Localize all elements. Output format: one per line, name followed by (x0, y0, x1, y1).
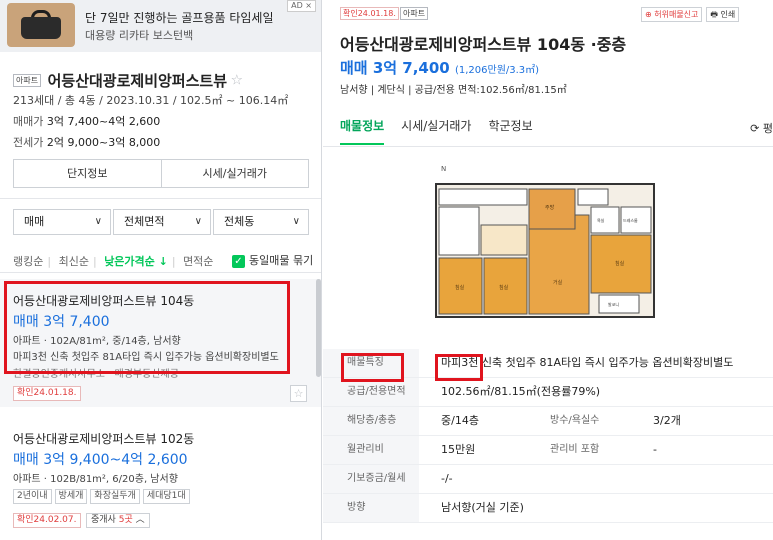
sort-lowest-price[interactable]: 낮은가격순 ↓ (104, 255, 168, 268)
info-label: 해당층/총층 (323, 407, 419, 435)
detail-title: 어등산대광로제비앙퍼스트뷰 104동 ·중층 (340, 35, 627, 54)
listing-price: 매매 3억 7,400 (13, 314, 110, 330)
complex-info: 213세대 / 총 4동 / 2023.10.31 / 102.5㎡ ~ 106… (13, 94, 289, 107)
listing-price: 매매 3억 9,400~4억 2,600 (13, 452, 188, 468)
pyeong-toggle[interactable]: ⟳ 평 (750, 120, 773, 136)
confirm-badge: 확인24.01.18. (13, 386, 81, 401)
info-label: 관리비 포함 (550, 444, 600, 455)
room-label: 침실 (499, 284, 509, 291)
detail-actions: ⊕ 허위매물신고 🖶 인쇄 (641, 7, 740, 22)
trade-type-select[interactable]: 매매 ∨ (13, 209, 111, 235)
floor-plan-image: N 침실 침실 거실 주방 침실 드레스룸 욕실 발코니 (435, 165, 655, 318)
info-label: 방수/욕실수 (550, 415, 600, 426)
tag-chip: 세대당1대 (142, 489, 190, 504)
complex-info-button[interactable]: 단지정보 (14, 160, 161, 187)
tag-chip: 화장실두개 (90, 489, 140, 504)
tag-chip: 2년이내 (13, 489, 52, 504)
type-tag: 아파트 (400, 7, 429, 20)
market-price-button[interactable]: 시세/실거래가 (160, 160, 309, 187)
info-value: 3/2개 (653, 414, 681, 427)
favorite-star-icon[interactable]: ☆ (290, 385, 307, 402)
ad-close-badge[interactable]: AD × (287, 0, 316, 12)
ad-subtitle: 대용량 리카타 보스턴백 (85, 29, 194, 42)
detail-price: 매매 3억 7,400 (1,206만원/3.3㎡) (340, 59, 540, 77)
sort-area[interactable]: 면적순 (183, 255, 213, 268)
listing-panel: 단 7일만 진행하는 골프용품 타임세일 대용량 리카타 보스턴백 AD × 아… (0, 0, 322, 540)
detail-tabs: 매물정보 시세/실거래가 학군정보 (340, 117, 550, 145)
room-label: 거실 (553, 279, 563, 286)
tab-market-price[interactable]: 시세/실거래가 (401, 117, 471, 145)
info-row: 공급/전용면적 102.56㎡/81.15㎡(전용률79%) (323, 378, 773, 407)
tab-listing-info[interactable]: 매물정보 (340, 117, 385, 145)
listing-card[interactable]: 어등산대광로제비앙퍼스트뷰 102동 매매 3억 9,400~4억 2,600 … (0, 420, 321, 540)
complex-header: 아파트 어등산대광로제비앙퍼스트뷰 ☆ (13, 70, 243, 91)
sort-options: 랭킹순 | 최신순 | 낮은가격순 ↓ | 면적순 (13, 255, 214, 268)
room-label: 발코니 (608, 301, 619, 307)
group-same-listing-checkbox[interactable]: ✓ 동일매물 묶기 (232, 252, 313, 268)
info-label: 월관리비 (323, 436, 419, 464)
complex-lease-price: 전세가 2억 9,000~3억 8,000 (13, 136, 161, 149)
listing-tags: 2년이내 방세개 화장실두개 세대당1대 (13, 489, 190, 504)
info-value: 102.56㎡/81.15㎡(전용률79%) (441, 385, 601, 398)
room-label: 침실 (615, 260, 625, 267)
listing-spec: 아파트 · 102B/81m², 6/20층, 남서향 (13, 474, 178, 485)
sort-ranking[interactable]: 랭킹순 (13, 255, 43, 268)
info-row: 해당층/총층 중/14층 방수/욕실수 3/2개 (323, 407, 773, 436)
sort-latest[interactable]: 최신순 (59, 255, 89, 268)
info-value: 중/14층 (441, 414, 479, 427)
detail-panel: 확인24.01.18. 아파트 ⊕ 허위매물신고 🖶 인쇄 어등산대광로제비앙퍼… (323, 0, 773, 540)
listing-card[interactable]: 어등산대광로제비앙퍼스트뷰 104동 매매 3억 7,400 아파트 · 102… (0, 279, 321, 407)
info-row: 매물특징 마피3천 신축 첫입주 81A타입 즉시 입주가능 옵션비확장비별도 (323, 349, 773, 378)
info-value: - (653, 443, 657, 456)
north-marker: N (441, 165, 446, 173)
info-row: 기보증금/월세 -/- (323, 465, 773, 494)
info-value: 마피3천 신축 첫입주 81A타입 즉시 입주가능 옵션비확장비별도 (441, 356, 734, 369)
favorite-star-icon[interactable]: ☆ (231, 73, 244, 89)
area-select[interactable]: 전체면적 ∨ (113, 209, 211, 235)
tab-school-info[interactable]: 학군정보 (488, 117, 532, 145)
info-label: 매물특징 (323, 349, 419, 377)
chevron-down-icon: ∨ (94, 216, 102, 227)
info-row: 월관리비 15만원 관리비 포함 - (323, 436, 773, 465)
confirm-badge: 확인24.01.18. (340, 7, 399, 20)
check-icon: ✓ (232, 254, 245, 268)
building-select[interactable]: 전체동 ∨ (213, 209, 309, 235)
info-value: 남서향(거실 기준) (441, 501, 524, 514)
scrollbar[interactable] (316, 279, 321, 377)
room-label: 드레스룸 (623, 217, 638, 223)
complex-type-tag: 아파트 (13, 74, 42, 87)
chevron-down-icon: ∨ (292, 216, 300, 227)
room-label: 주방 (545, 204, 555, 211)
listing-title[interactable]: 어등산대광로제비앙퍼스트뷰 102동 (13, 430, 194, 447)
chevron-down-icon: ∨ (194, 216, 202, 227)
listing-description: 마피3천 신축 첫입주 81A타입 즉시 입주가능 옵션비확장비별도 (13, 352, 279, 363)
info-label: 방향 (323, 494, 419, 522)
listing-agent-hint: 한결공인중개사사무소 · 매경부동산제공 (13, 369, 179, 380)
divider (0, 272, 321, 273)
ad-bag-image (7, 3, 75, 47)
listing-spec: 아파트 · 102A/81m², 중/14층, 남서향 (13, 336, 181, 347)
tag-chip: 방세개 (54, 489, 88, 504)
ad-title[interactable]: 단 7일만 진행하는 골프용품 타임세일 (85, 9, 274, 26)
ad-banner[interactable]: 단 7일만 진행하는 골프용품 타임세일 대용량 리카타 보스턴백 AD × (0, 0, 321, 52)
room-label: 침실 (455, 284, 465, 291)
info-value: -/- (441, 472, 453, 485)
floor-plan[interactable]: N 침실 침실 거실 주방 침실 드레스룸 욕실 발코니 (323, 147, 773, 335)
listing-info-table: 매물특징 마피3천 신축 첫입주 81A타입 즉시 입주가능 옵션비확장비별도 … (323, 349, 773, 523)
report-button[interactable]: ⊕ 허위매물신고 (641, 7, 703, 22)
print-button[interactable]: 🖶 인쇄 (706, 7, 740, 22)
room-label: 욕실 (597, 217, 605, 223)
listing-title[interactable]: 어등산대광로제비앙퍼스트뷰 104동 (13, 292, 194, 309)
agent-count-button[interactable]: 중개사 5곳 ︿ (86, 513, 150, 528)
divider (0, 198, 321, 199)
info-label: 공급/전용면적 (323, 378, 419, 406)
detail-meta: 남서향 | 계단식 | 공급/전용 면적:102.56㎡/81.15㎡ (340, 85, 567, 96)
info-row: 방향 남서향(거실 기준) (323, 494, 773, 523)
complex-name: 어등산대광로제비앙퍼스트뷰 (47, 72, 227, 90)
info-value: 15만원 (441, 443, 476, 456)
complex-sale-price: 매매가 3억 7,400~4억 2,600 (13, 115, 161, 128)
info-label: 기보증금/월세 (323, 465, 419, 493)
confirm-badge: 확인24.02.07. (13, 513, 81, 528)
complex-buttons: 단지정보 시세/실거래가 (13, 159, 309, 188)
